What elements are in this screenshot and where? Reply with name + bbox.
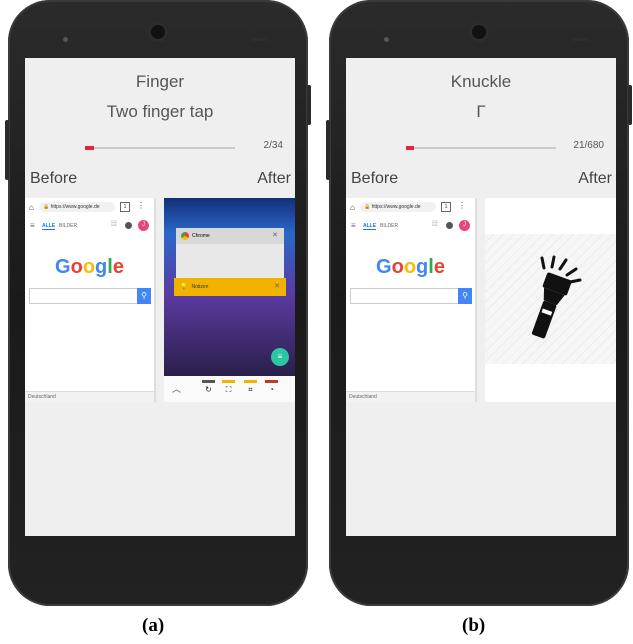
sensor bbox=[573, 38, 587, 41]
chevron-up-icon[interactable]: ︿ bbox=[172, 382, 181, 395]
crop-icon[interactable]: ⌗ bbox=[244, 380, 257, 397]
volume-button bbox=[5, 120, 9, 180]
quick-settings-dock: ︿ ↻ ⛶ ⌗ ◔ bbox=[164, 376, 295, 402]
progress-fill bbox=[406, 146, 414, 150]
url-field[interactable]: 🔒 https://www.google.de bbox=[360, 202, 436, 212]
recent-apps: Chrome ✕ 💡 Notizen ✕ ≡ bbox=[164, 198, 295, 376]
caption-b: (b) bbox=[462, 615, 486, 636]
screen-a: Finger Two finger tap 2/34 Before After … bbox=[25, 58, 295, 536]
after-label: After bbox=[578, 170, 612, 187]
search-icon[interactable]: ⚲ bbox=[137, 288, 151, 304]
before-screenshot: ⌂ 🔒 https://www.google.de 1 ⋮ ≡ ALLE BIL… bbox=[346, 198, 477, 402]
sensor bbox=[252, 38, 266, 41]
after-label: After bbox=[257, 170, 291, 187]
tab-images[interactable]: BILDER bbox=[59, 223, 77, 229]
apps-grid-icon[interactable]: ⁞⁞⁞ bbox=[111, 221, 117, 228]
country-footer: Deutschland bbox=[346, 391, 475, 402]
speaker-icon bbox=[472, 25, 486, 39]
avatar[interactable]: J bbox=[138, 220, 149, 231]
timer-icon[interactable]: ◔ bbox=[265, 380, 278, 397]
input-mode-title: Knuckle bbox=[450, 72, 512, 91]
url-text: https://www.google.de bbox=[50, 204, 100, 210]
gesture-name: Γ bbox=[476, 102, 486, 121]
avatar[interactable]: J bbox=[459, 220, 470, 231]
power-button bbox=[628, 85, 632, 125]
google-nav: ≡ ALLE BILDER ⁞⁞⁞ J bbox=[346, 218, 475, 234]
tab-all[interactable]: ALLE bbox=[42, 223, 56, 230]
flashlight-screen bbox=[485, 198, 616, 402]
close-icon[interactable]: ✕ bbox=[272, 228, 278, 244]
phone-frame-b: Knuckle Γ 21/680 Before After ⌂ 🔒 https:… bbox=[326, 0, 632, 606]
caption-a: (a) bbox=[142, 615, 165, 636]
close-icon[interactable]: ✕ bbox=[274, 278, 280, 296]
chrome-icon bbox=[181, 231, 189, 240]
input-mode-title: Finger bbox=[135, 72, 185, 91]
overflow-menu-icon[interactable]: ⋮ bbox=[137, 201, 145, 210]
google-logo: Google bbox=[376, 256, 445, 278]
country-footer: Deutschland bbox=[25, 391, 154, 402]
before-label: Before bbox=[30, 170, 78, 187]
progress-count: 2/34 bbox=[263, 140, 283, 151]
tab-count-button[interactable]: 1 bbox=[120, 202, 130, 212]
url-text: https://www.google.de bbox=[371, 204, 421, 210]
overflow-menu-icon[interactable]: ⋮ bbox=[458, 201, 466, 210]
screen-b: Knuckle Γ 21/680 Before After ⌂ 🔒 https:… bbox=[346, 58, 616, 536]
google-logo: Google bbox=[55, 256, 124, 278]
progress-count: 21/680 bbox=[573, 140, 604, 151]
progress-track bbox=[85, 146, 235, 150]
volume-button bbox=[326, 120, 330, 180]
lock-icon: 🔒 bbox=[364, 204, 371, 210]
rotate-icon[interactable]: ↻ bbox=[202, 380, 215, 397]
front-camera bbox=[63, 37, 68, 42]
speaker-icon bbox=[151, 25, 165, 39]
before-label: Before bbox=[351, 170, 399, 187]
scan-icon[interactable]: ⛶ bbox=[222, 380, 235, 397]
card-title: Chrome bbox=[192, 233, 210, 239]
card-title: Notizen bbox=[191, 284, 209, 290]
search-input[interactable] bbox=[29, 288, 139, 304]
tab-count-button[interactable]: 1 bbox=[441, 202, 451, 212]
progress-track bbox=[406, 146, 556, 150]
apps-grid-icon[interactable]: ⁞⁞⁞ bbox=[432, 221, 438, 228]
lock-icon: 🔒 bbox=[43, 204, 50, 210]
hamburger-icon[interactable]: ≡ bbox=[351, 221, 356, 230]
before-screenshot: ⌂ 🔒 https://www.google.de 1 ⋮ ≡ ALLE BIL… bbox=[25, 198, 156, 402]
recent-card-chrome[interactable]: Chrome ✕ bbox=[176, 228, 284, 278]
power-button bbox=[307, 85, 311, 125]
home-icon[interactable]: ⌂ bbox=[350, 203, 355, 212]
phone-frame-a: Finger Two finger tap 2/34 Before After … bbox=[5, 0, 311, 606]
progress-fill bbox=[85, 146, 94, 150]
recent-card-notes[interactable]: 💡 Notizen ✕ bbox=[174, 278, 286, 296]
google-nav: ≡ ALLE BILDER ⁞⁞⁞ J bbox=[25, 218, 154, 234]
after-screenshot: Chrome ✕ 💡 Notizen ✕ ≡ ︿ ↻ ⛶ ⌗ ◔ bbox=[164, 198, 295, 402]
lightbulb-icon: 💡 bbox=[180, 284, 188, 290]
hamburger-icon[interactable]: ≡ bbox=[30, 221, 35, 230]
after-screenshot bbox=[485, 198, 616, 402]
search-icon[interactable]: ⚲ bbox=[458, 288, 472, 304]
search-input[interactable] bbox=[350, 288, 460, 304]
url-field[interactable]: 🔒 https://www.google.de bbox=[39, 202, 115, 212]
home-icon[interactable]: ⌂ bbox=[29, 203, 34, 212]
tab-images[interactable]: BILDER bbox=[380, 223, 398, 229]
clear-all-button[interactable]: ≡ bbox=[271, 348, 289, 366]
front-camera bbox=[384, 37, 389, 42]
notifications-icon[interactable] bbox=[446, 222, 453, 229]
browser-toolbar: ⌂ 🔒 https://www.google.de 1 ⋮ bbox=[25, 198, 154, 216]
notifications-icon[interactable] bbox=[125, 222, 132, 229]
browser-toolbar: ⌂ 🔒 https://www.google.de 1 ⋮ bbox=[346, 198, 475, 216]
gesture-name: Two finger tap bbox=[106, 102, 214, 121]
tab-all[interactable]: ALLE bbox=[363, 223, 377, 230]
flashlight-icon[interactable] bbox=[517, 253, 587, 343]
